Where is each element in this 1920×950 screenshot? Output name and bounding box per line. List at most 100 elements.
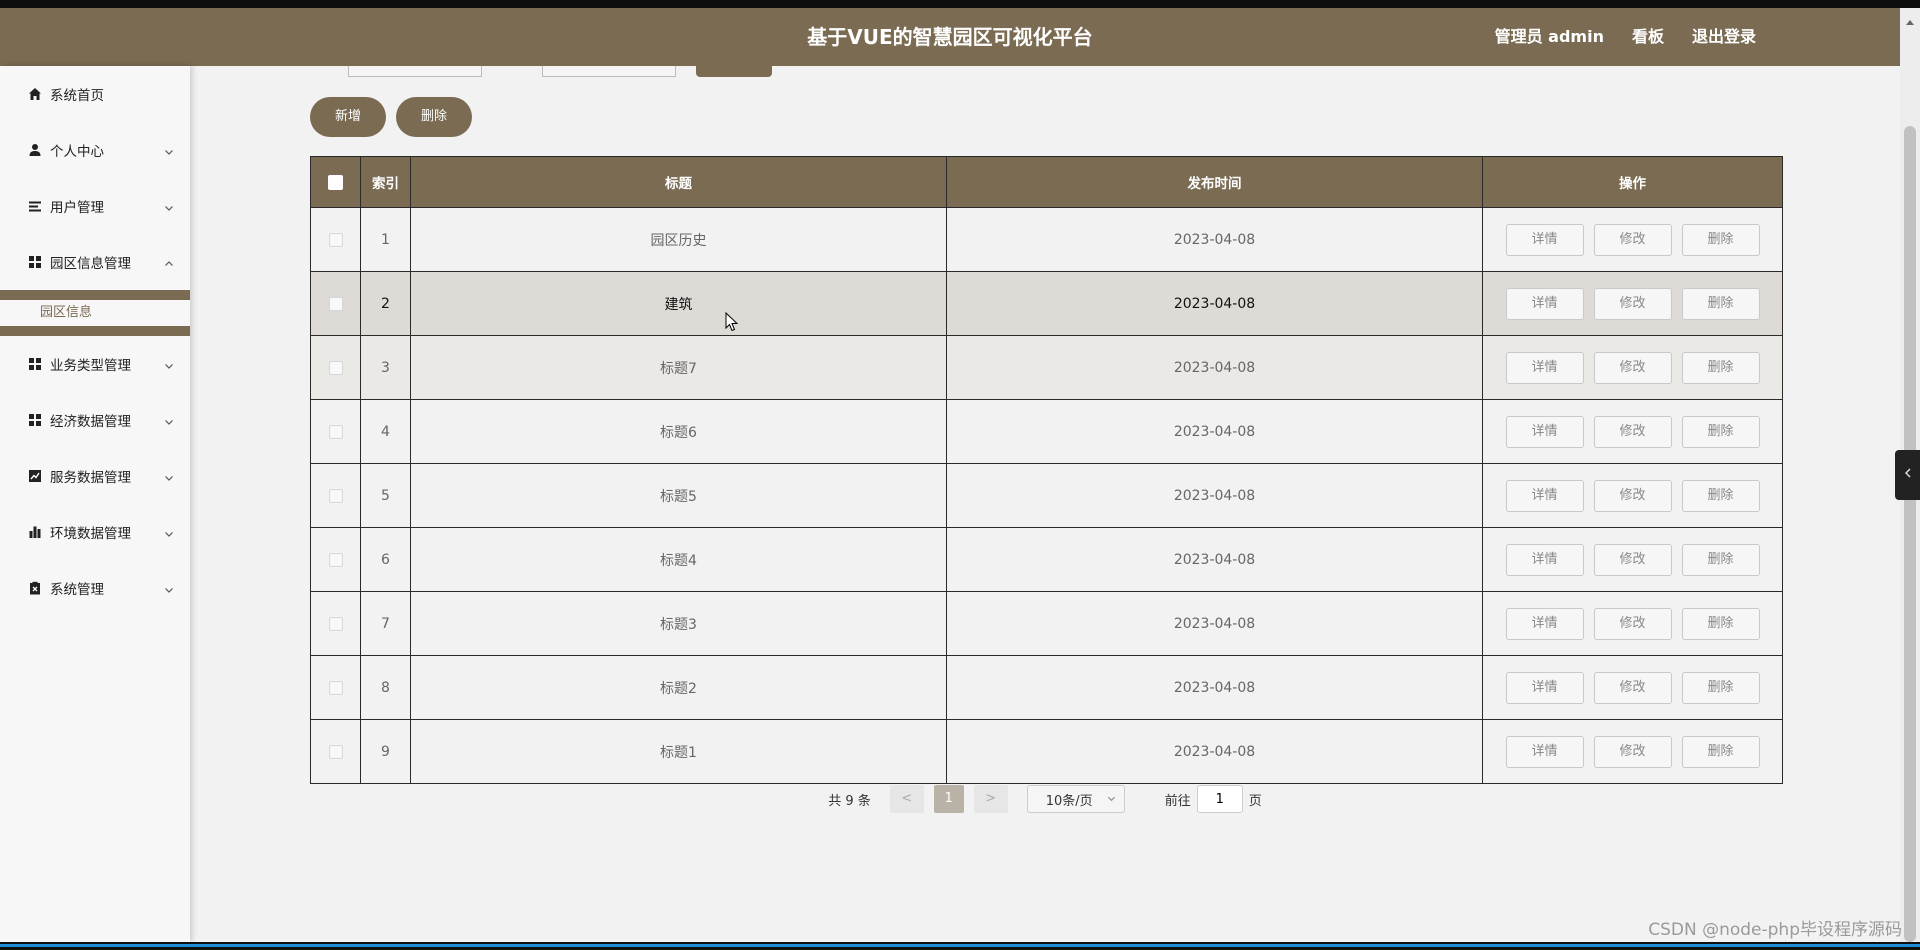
row-delete-button[interactable]: 删除 [1681,543,1760,576]
row-date: 2023-04-08 [946,335,1483,400]
edit-button[interactable]: 修改 [1593,351,1672,384]
row-select-cell [310,591,361,656]
sidebar-item-economic-data[interactable]: 经济数据管理 [0,392,190,448]
collapse-panel-button[interactable] [1895,450,1920,500]
dashboard-link[interactable]: 看板 [1632,8,1664,66]
table-row[interactable]: 1 园区历史 2023-04-08 详情 修改 删除 [310,207,1783,272]
row-date: 2023-04-08 [946,527,1483,592]
chevron-down-icon [164,471,174,487]
sidebar-item-business-types[interactable]: 业务类型管理 [0,336,190,392]
row-delete-button[interactable]: 删除 [1681,671,1760,704]
row-checkbox[interactable] [328,488,343,503]
row-index: 8 [360,655,411,720]
sidebar-item-users[interactable]: 用户管理 [0,178,190,234]
detail-button[interactable]: 详情 [1505,735,1584,768]
row-index: 6 [360,527,411,592]
row-title: 标题5 [410,463,947,528]
edit-button[interactable]: 修改 [1593,735,1672,768]
table-row[interactable]: 4 标题6 2023-04-08 详情 修改 删除 [310,399,1783,464]
sidebar-item-label: 经济数据管理 [50,414,131,430]
logout-link[interactable]: 退出登录 [1692,8,1756,66]
edit-button[interactable]: 修改 [1593,607,1672,640]
row-select-cell [310,655,361,720]
table-row[interactable]: 6 标题4 2023-04-08 详情 修改 删除 [310,527,1783,592]
main-content: 新增 删除 索引 标题 发布时间 操作 1 园区历史 2023-04-08 详情 修改删… [190,66,1900,942]
chevron-down-icon [164,201,174,217]
detail-button[interactable]: 详情 [1505,287,1584,320]
line-chart-icon [26,469,44,483]
sidebar-item-label: 用户管理 [50,200,104,216]
page-size-select[interactable]: 10条/页 [1026,785,1125,813]
sidebar-item-home[interactable]: 系统首页 [0,66,190,122]
row-delete-button[interactable]: 删除 [1681,479,1760,512]
detail-button[interactable]: 详情 [1505,223,1584,256]
table-row[interactable]: 3 标题7 2023-04-08 详情 修改 删除 [310,335,1783,400]
search-input-edge[interactable] [542,66,676,77]
row-checkbox[interactable] [328,296,343,311]
list-icon [26,199,44,213]
row-delete-button[interactable]: 删除 [1681,735,1760,768]
row-select-cell [310,527,361,592]
sidebar: 系统首页 个人中心 用户管理 园区信息管理 园区信息 业务类型管理 经济数据管理… [0,66,190,942]
edit-button[interactable]: 修改 [1593,287,1672,320]
detail-button[interactable]: 详情 [1505,607,1584,640]
row-checkbox[interactable] [328,744,343,759]
row-delete-button[interactable]: 删除 [1681,415,1760,448]
edit-button[interactable]: 修改 [1593,223,1672,256]
edit-button[interactable]: 修改 [1593,671,1672,704]
column-header-actions: 操作 [1482,156,1783,208]
sidebar-subitem-park-info[interactable]: 园区信息 [0,300,190,326]
search-input-edge[interactable] [348,66,482,77]
row-delete-button[interactable]: 删除 [1681,287,1760,320]
detail-button[interactable]: 详情 [1505,479,1584,512]
row-checkbox[interactable] [328,232,343,247]
search-button-edge[interactable] [696,66,772,77]
row-delete-button[interactable]: 删除 [1681,223,1760,256]
scroll-up-arrow-icon[interactable] [1905,14,1915,30]
page-number-button[interactable]: 1 [933,785,964,813]
column-header-date: 发布时间 [946,156,1483,208]
row-delete-button[interactable]: 删除 [1681,351,1760,384]
table-row[interactable]: 7 标题3 2023-04-08 详情 修改 删除 [310,591,1783,656]
row-checkbox[interactable] [328,616,343,631]
row-actions: 详情 修改 删除 [1482,207,1783,272]
sidebar-item-system-management[interactable]: 系统管理 [0,560,190,616]
edit-button[interactable]: 修改 [1593,479,1672,512]
row-checkbox[interactable] [328,424,343,439]
row-actions: 详情 修改 删除 [1482,527,1783,592]
row-index: 9 [360,719,411,784]
row-delete-button[interactable]: 删除 [1681,607,1760,640]
table-row[interactable]: 9 标题1 2023-04-08 详情 修改 删除 [310,719,1783,784]
detail-button[interactable]: 详情 [1505,671,1584,704]
row-checkbox[interactable] [328,680,343,695]
row-index: 4 [360,399,411,464]
delete-button[interactable]: 删除 [396,97,472,137]
goto-page-input[interactable] [1196,785,1243,813]
sidebar-item-service-data[interactable]: 服务数据管理 [0,448,190,504]
detail-button[interactable]: 详情 [1505,543,1584,576]
chevron-down-icon [1107,792,1116,807]
sidebar-item-environment-data[interactable]: 环境数据管理 [0,504,190,560]
scrollbar-thumb[interactable] [1904,126,1916,942]
row-title: 园区历史 [410,207,947,272]
select-all-checkbox[interactable] [328,174,343,190]
detail-button[interactable]: 详情 [1505,415,1584,448]
row-select-cell [310,463,361,528]
user-label[interactable]: 管理员 admin [1495,8,1604,66]
prev-page-button[interactable]: < [889,785,924,813]
add-button[interactable]: 新增 [310,97,386,137]
table-row[interactable]: 8 标题2 2023-04-08 详情 修改 删除 [310,655,1783,720]
clipboard-icon [26,581,44,595]
row-checkbox[interactable] [328,360,343,375]
row-checkbox[interactable] [328,552,343,567]
table-row[interactable]: 5 标题5 2023-04-08 详情 修改 删除 [310,463,1783,528]
row-actions: 详情 修改 删除 [1482,719,1783,784]
sidebar-item-profile[interactable]: 个人中心 [0,122,190,178]
sidebar-item-park-info-management[interactable]: 园区信息管理 [0,234,190,290]
edit-button[interactable]: 修改 [1593,543,1672,576]
edit-button[interactable]: 修改 [1593,415,1672,448]
grid-icon [26,413,44,427]
detail-button[interactable]: 详情 [1505,351,1584,384]
next-page-button[interactable]: > [973,785,1008,813]
table-row[interactable]: 2 建筑 2023-04-08 详情 修改 删除 [310,271,1783,336]
